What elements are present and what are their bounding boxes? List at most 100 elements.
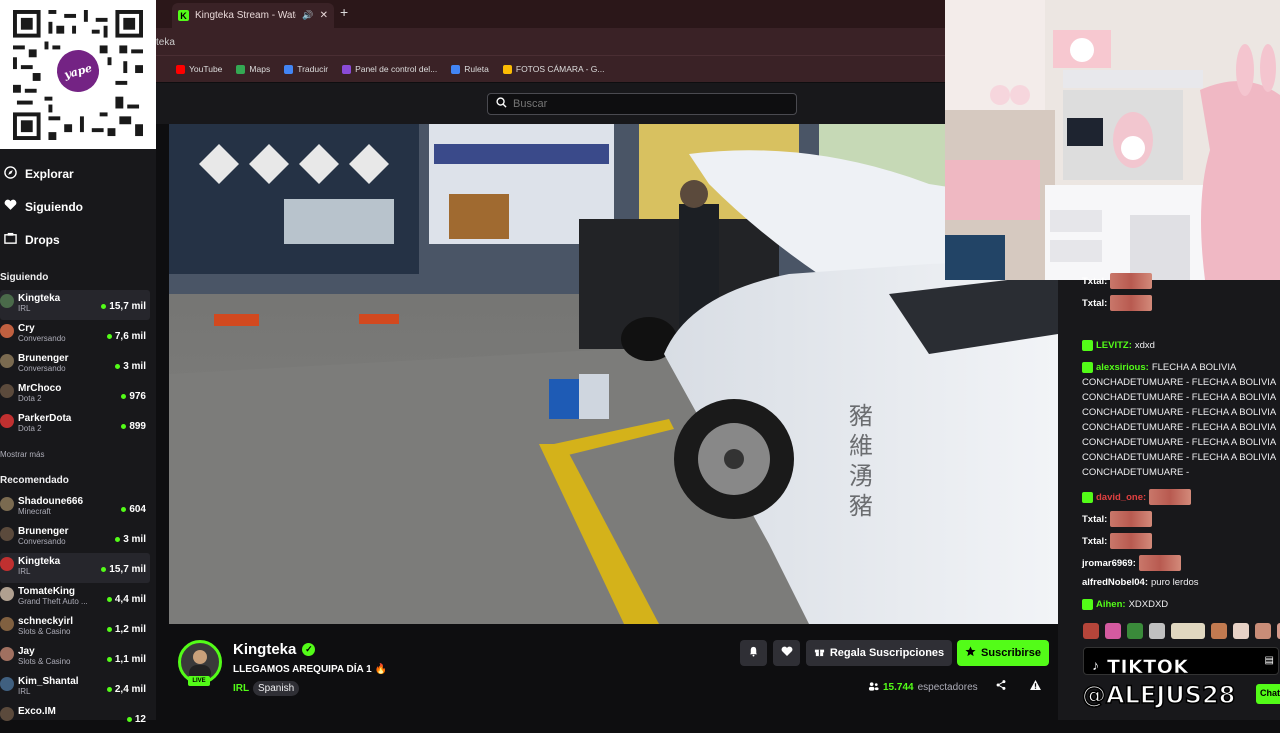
new-tab-plus-icon[interactable]: + [340, 4, 348, 20]
address-bar[interactable]: teka [156, 28, 945, 55]
chat-username[interactable]: Aihen: [1096, 599, 1126, 610]
notification-bell-button[interactable] [740, 640, 767, 666]
share-icon[interactable] [996, 680, 1006, 693]
chat-text: CONCHADETUMUARE - FLECHA A BOLIVIA [1082, 452, 1277, 463]
subscribe-button[interactable]: Suscribirse [957, 640, 1049, 666]
live-dot-icon [106, 657, 112, 662]
channel-info: MrChoco Dota 2 [18, 380, 121, 410]
chat-username[interactable]: Txtal: [1082, 536, 1107, 547]
sidebar-channel[interactable]: Kim_Shantal IRL 2,4 mil [0, 673, 150, 703]
channel-info: Brunenger Conversando [18, 523, 115, 553]
sidebar-channel[interactable]: Shadoune666 Minecraft 604 [0, 493, 150, 523]
search-input[interactable] [513, 98, 763, 110]
emote-icon [1110, 511, 1153, 527]
channel-viewers: 15,7 mil [101, 293, 150, 320]
search-icon [496, 97, 507, 111]
follow-button[interactable] [773, 640, 800, 666]
close-tab-icon[interactable]: ✕ [320, 10, 328, 21]
sidebar-channel[interactable]: Kingteka IRL 15,7 mil [0, 290, 150, 320]
sidebar-channel[interactable]: Cry Conversando 7,6 mil [0, 320, 150, 350]
sidebar-nav-explorar[interactable]: Explorar [4, 166, 74, 182]
channel-category: Conversando [18, 537, 66, 546]
chat-username[interactable]: david_one: [1096, 492, 1146, 503]
sidebar-channel[interactable]: MrChoco Dota 2 976 [0, 380, 150, 410]
sidebar-nav-siguiendo[interactable]: Siguiendo [4, 199, 83, 214]
video-player[interactable]: 豬維湧豬 [169, 124, 1058, 624]
tab-title: Kingteka Stream - Watch Li [195, 10, 296, 21]
chat-send-button[interactable]: Chat [1256, 684, 1280, 704]
tiktok-logo-icon: ♪ [1092, 657, 1099, 673]
chat-username[interactable]: Txtal: [1082, 514, 1107, 525]
sidebar-channel[interactable]: Brunenger Conversando 3 mil [0, 523, 150, 553]
search-box[interactable] [487, 93, 797, 115]
chat-text: XDXDXD [1128, 599, 1169, 610]
sidebar-channel[interactable]: ParkerDota Dota 2 899 [0, 410, 150, 440]
channel-category: Grand Theft Auto ... [18, 597, 88, 606]
chat-badge-icon [1082, 491, 1093, 503]
chat-username[interactable]: LEVITZ: [1096, 340, 1132, 351]
channel-info: Cry Conversando [18, 320, 107, 350]
bookmark-item[interactable]: Traducir [284, 64, 328, 74]
chat-message: CONCHADETUMUARE - [1082, 467, 1189, 478]
channel-viewers: 7,6 mil [106, 323, 150, 350]
sidebar-channel[interactable]: Brunenger Conversando 3 mil [0, 350, 150, 380]
chat-username[interactable]: Txtal: [1082, 276, 1107, 287]
gift-icon [814, 646, 825, 660]
channel-info: schneckyirl Slots & Casino [18, 613, 107, 643]
channel-category: Conversando [18, 364, 66, 373]
bell-icon [748, 646, 759, 660]
chat-username[interactable]: alfredNobel04: [1082, 577, 1148, 588]
section-title-recommended: Recomendado [0, 475, 69, 486]
sidebar-channel[interactable]: schneckyirl Slots & Casino 1,2 mil [0, 613, 150, 643]
emote-icon [1171, 623, 1205, 639]
emote-icon [1083, 623, 1099, 639]
channel-info: Kingteka IRL [18, 553, 101, 583]
emote-icon [1110, 295, 1153, 311]
speaker-icon[interactable]: 🔊 [302, 10, 313, 21]
channel-viewers: 3 mil [115, 353, 150, 380]
browser-tab[interactable]: K Kingteka Stream - Watch Li 🔊 ✕ [172, 3, 334, 28]
live-dot-icon [101, 304, 107, 309]
section-title-following: Siguiendo [0, 272, 49, 283]
bookmark-item[interactable]: Panel de control del... [342, 64, 437, 74]
svg-text:維: 維 [849, 432, 873, 460]
show-more-link[interactable]: Mostrar más [0, 450, 44, 459]
sidebar-channel[interactable]: Exco.IM 12 [0, 703, 150, 733]
compass-icon [4, 166, 17, 182]
bookmark-label: Panel de control del... [355, 64, 438, 74]
chat-message: alfredNobel04: puro lerdos [1082, 577, 1199, 588]
bookmark-label: FOTOS CÁMARA - G... [515, 64, 605, 74]
bookmark-label: Traducir [297, 64, 329, 74]
sidebar-channel[interactable]: TomateKing Grand Theft Auto ... 4,4 mil [0, 583, 150, 613]
sidebar-nav-drops[interactable]: Drops [4, 232, 60, 248]
sidebar-channel[interactable]: Jay Slots & Casino 1,1 mil [0, 643, 150, 673]
menu-icon[interactable]: ▤ [1265, 655, 1274, 666]
drops-icon [4, 232, 17, 248]
channel-avatar [0, 647, 14, 661]
chat-message: Txtal: [1082, 511, 1153, 527]
chat-username[interactable]: alexsirious: [1096, 362, 1149, 373]
emote-row [1083, 623, 1280, 639]
category-link[interactable]: IRL [233, 683, 249, 694]
report-warning-icon[interactable] [1030, 680, 1041, 693]
channel-category: Slots & Casino [18, 627, 71, 636]
channel-category: Conversando [18, 334, 66, 343]
bookmark-item[interactable]: Ruleta [451, 64, 489, 74]
chat-username[interactable]: Txtal: [1082, 298, 1107, 309]
channel-category: Dota 2 [18, 394, 42, 403]
chat-message: david_one: [1082, 489, 1192, 505]
chat-message: LEVITZ: xdxd [1082, 340, 1155, 351]
chat-text: xdxd [1134, 340, 1155, 351]
gift-subs-button[interactable]: Regala Suscripciones [806, 640, 952, 666]
streamer-name[interactable]: Kingteka [233, 641, 296, 658]
bookmark-item[interactable]: YouTube [176, 64, 222, 74]
bookmark-item[interactable]: FOTOS CÁMARA - G... [502, 64, 605, 74]
translate-icon [284, 64, 294, 74]
channel-avatar [0, 677, 14, 691]
language-tag[interactable]: Spanish [253, 681, 300, 696]
bookmark-item[interactable]: Maps [236, 64, 270, 74]
sidebar-channel[interactable]: Kingteka IRL 15,7 mil [0, 553, 150, 583]
bookmark-label: YouTube [189, 64, 223, 74]
channel-avatar [0, 587, 14, 601]
chat-username[interactable]: jromar6969: [1082, 558, 1136, 569]
